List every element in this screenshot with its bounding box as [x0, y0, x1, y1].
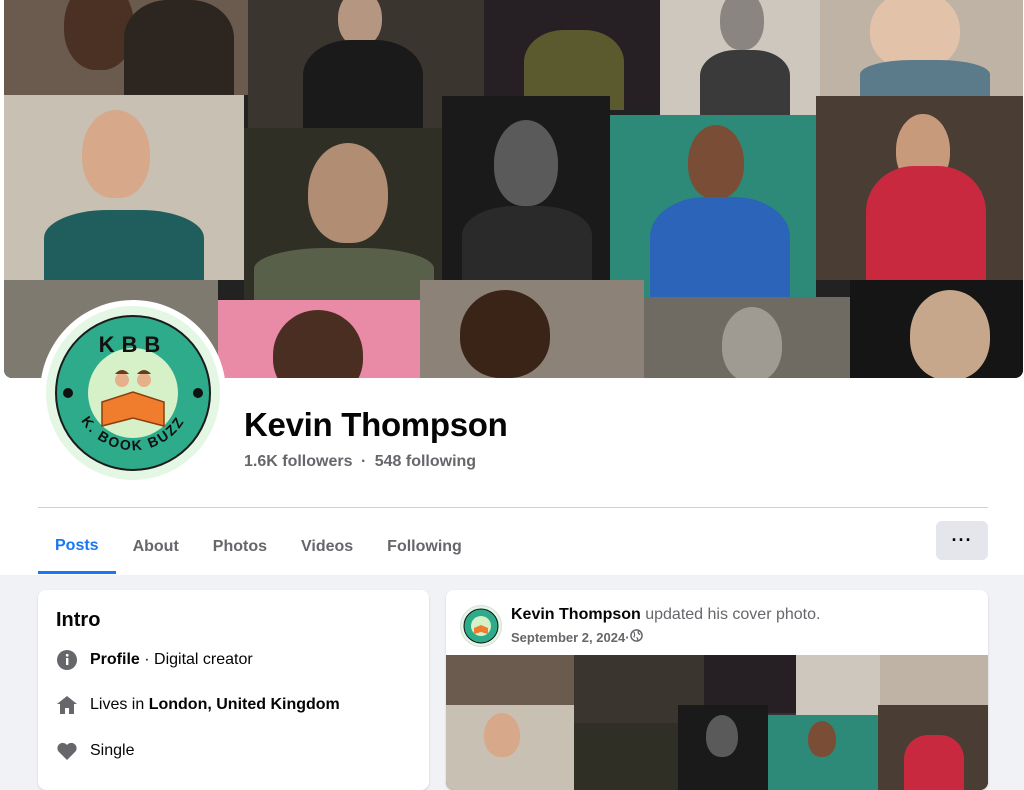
more-options-button[interactable]: ···	[936, 521, 988, 560]
following-link[interactable]: 548 following	[375, 453, 476, 470]
kbb-logo: KBB K. BOOK BUZZ	[46, 306, 220, 480]
intro-title: Intro	[56, 609, 101, 631]
tab-posts[interactable]: Posts	[38, 520, 116, 574]
post-meta: September 2, 2024 ·	[511, 629, 643, 645]
profile-stats: 1.6K followers · 548 following	[244, 453, 476, 471]
profile-avatar[interactable]: KBB K. BOOK BUZZ	[40, 300, 226, 486]
profile-tabs: Posts About Photos Videos Following	[38, 520, 479, 574]
post-header: Kevin Thompson updated his cover photo.	[511, 606, 820, 624]
tab-following[interactable]: Following	[370, 520, 479, 574]
cover-tile	[820, 0, 1023, 96]
post-action: updated his cover photo.	[640, 606, 821, 623]
post-author-link[interactable]: Kevin Thompson	[511, 606, 641, 623]
intro-relationship-row: Single	[56, 740, 134, 762]
header-divider	[38, 507, 988, 508]
intro-profile-row: Profile · Digital creator	[56, 649, 253, 671]
cover-tile	[244, 128, 442, 300]
followers-link[interactable]: 1.6K followers	[244, 453, 352, 470]
tab-videos[interactable]: Videos	[284, 520, 370, 574]
lives-city-link[interactable]: London, United Kingdom	[149, 696, 340, 713]
globe-icon	[629, 629, 643, 645]
tab-about[interactable]: About	[116, 520, 196, 574]
cover-tile	[644, 297, 850, 378]
logo-top-text: KBB	[99, 332, 168, 357]
cover-tile	[660, 0, 820, 115]
profile-type: · Digital creator	[139, 651, 253, 668]
profile-name: Kevin Thompson	[244, 406, 508, 443]
heart-icon	[56, 740, 78, 762]
stats-separator: ·	[360, 453, 367, 470]
lives-prefix: Lives in	[90, 696, 149, 713]
post-card: Kevin Thompson updated his cover photo. …	[446, 590, 988, 790]
home-icon	[56, 694, 78, 716]
cover-tile	[442, 96, 610, 280]
cover-tile	[850, 280, 1023, 378]
cover-tile	[4, 95, 244, 280]
info-icon	[56, 649, 78, 671]
cover-tile	[4, 0, 248, 95]
intro-lives-row: Lives in London, United Kingdom	[56, 694, 340, 716]
post-cover-image[interactable]	[446, 655, 988, 790]
cover-tile	[218, 300, 420, 378]
post-date-link[interactable]: September 2, 2024	[511, 630, 625, 645]
cover-tile	[420, 280, 644, 378]
profile-label: Profile	[90, 651, 140, 668]
cover-tile	[610, 115, 816, 297]
post-avatar[interactable]	[460, 605, 502, 647]
cover-tile	[816, 96, 1023, 280]
intro-card: Intro Profile · Digital creator Lives in…	[38, 590, 429, 790]
tab-photos[interactable]: Photos	[196, 520, 284, 574]
relationship-status: Single	[90, 742, 135, 759]
profile-header: KBB K. BOOK BUZZ Kevin Thompson 1.6K fol…	[0, 0, 1024, 575]
cover-tile	[484, 0, 660, 110]
